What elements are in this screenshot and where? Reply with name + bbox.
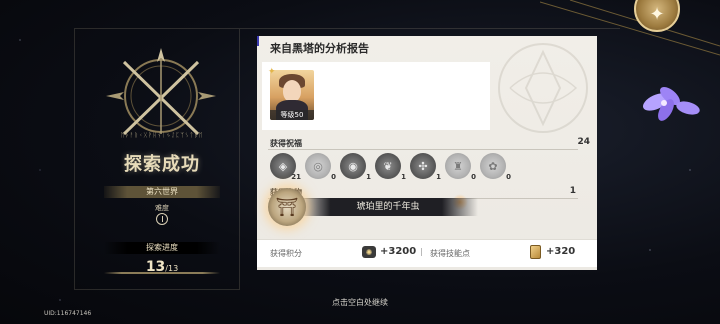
player-level: 等级50 bbox=[270, 110, 314, 120]
progress-underline bbox=[104, 272, 220, 274]
blessing-list: ◈ 21 ◎ 0 ◉ 1 ❦ 1 ✣ 1 ♜ 0 ✿ 0 bbox=[270, 153, 511, 181]
star-icon: ✦ bbox=[268, 67, 276, 77]
curio-total: 1 bbox=[569, 186, 576, 196]
report-accent-bar bbox=[257, 36, 259, 46]
skill-point-label: 获得技能点 bbox=[430, 249, 470, 258]
score-label: 获得积分 bbox=[270, 249, 302, 258]
curio-name-tooltip: 琥珀里的千年虫 bbox=[298, 198, 478, 216]
blessing-total: 24 bbox=[577, 137, 590, 147]
tap-to-continue-hint[interactable]: 点击空白处继续 bbox=[0, 297, 720, 308]
preservation-icon[interactable]: ◈ 21 bbox=[270, 153, 301, 181]
uid-label: UID:116747146 bbox=[44, 310, 92, 317]
skill-point-value: +320 bbox=[546, 246, 576, 257]
blessing-glyph: ◎ bbox=[313, 159, 323, 173]
destruction-icon[interactable]: ♜ 0 bbox=[445, 153, 476, 181]
blessing-glyph: ◉ bbox=[348, 159, 358, 173]
abundance-icon[interactable]: ❦ 1 bbox=[375, 153, 406, 181]
blessing-glyph: ✿ bbox=[488, 159, 498, 173]
blessing-count: 21 bbox=[291, 173, 301, 181]
blessing-glyph: ♜ bbox=[453, 159, 463, 173]
blessing-count: 1 bbox=[366, 173, 371, 181]
difficulty-level-icon bbox=[156, 213, 168, 225]
blessing-glyph: ❦ bbox=[383, 159, 393, 173]
player-avatar[interactable]: 等级50 bbox=[270, 70, 314, 120]
remembrance-icon[interactable]: ◎ 0 bbox=[305, 153, 336, 181]
report-watermark-icon bbox=[498, 43, 588, 133]
separator: | bbox=[420, 247, 423, 256]
difficulty-label: 难度 bbox=[155, 204, 169, 212]
top-medal-icon[interactable]: ✦ bbox=[634, 0, 680, 32]
hunt-icon[interactable]: ✣ 1 bbox=[410, 153, 441, 181]
world-name: 第六世界 bbox=[104, 186, 220, 198]
progress-label: 探索进度 bbox=[104, 242, 220, 254]
score-value: +3200 bbox=[380, 246, 417, 257]
curio-amber-bug-icon[interactable]: ⛩ bbox=[268, 188, 306, 226]
divider bbox=[268, 149, 578, 150]
nihility-icon[interactable]: ◉ 1 bbox=[340, 153, 371, 181]
blessing-label: 获得祝福 bbox=[270, 139, 302, 148]
rune-subtitle: ᚢᚦᚨᚱᚲᚷᚹᚺᚾᛁᛃᛇᛈᛉᛊᛏᛒᛖ bbox=[120, 132, 204, 139]
blessing-glyph: ◈ bbox=[278, 159, 288, 173]
exploration-result-title: 探索成功 bbox=[124, 154, 200, 175]
report-title: 来自黑塔的分析报告 bbox=[270, 42, 369, 55]
blessing-count: 0 bbox=[506, 173, 511, 181]
skill-point-icon bbox=[530, 245, 541, 259]
blessing-count: 0 bbox=[331, 173, 336, 181]
cosmic-fragment-icon: ✺ bbox=[362, 246, 376, 258]
blessing-count: 1 bbox=[436, 173, 441, 181]
blessing-count: 1 bbox=[401, 173, 406, 181]
flower-decoration-icon bbox=[642, 87, 700, 121]
elation-icon[interactable]: ✿ 0 bbox=[480, 153, 511, 181]
blessing-count: 0 bbox=[471, 173, 476, 181]
blessing-glyph: ✣ bbox=[418, 159, 428, 173]
